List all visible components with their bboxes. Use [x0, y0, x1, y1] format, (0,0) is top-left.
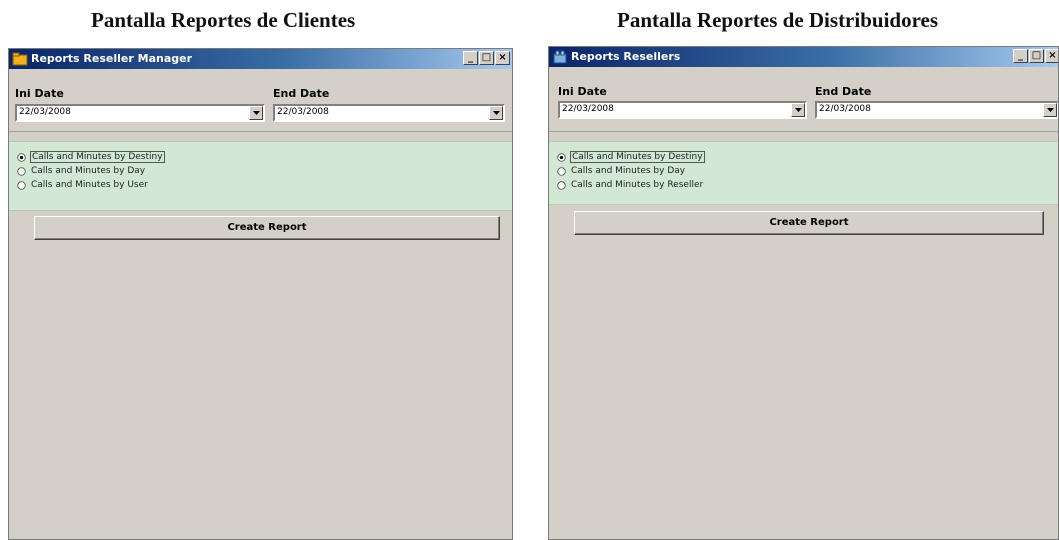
close-button[interactable]: × [1045, 49, 1058, 63]
report-type-panel: Calls and Minutes by Destiny Calls and M… [549, 141, 1058, 205]
close-button[interactable]: × [495, 51, 510, 65]
end-date-combo[interactable]: 22/03/2008 [273, 104, 505, 122]
radio-day[interactable]: Calls and Minutes by Day [557, 164, 686, 178]
ini-date-combo[interactable]: 22/03/2008 [558, 101, 807, 119]
radio-day-label: Calls and Minutes by Day [571, 166, 686, 176]
radio-unchecked-icon [557, 166, 566, 176]
radio-user-label: Calls and Minutes by User [31, 180, 148, 190]
radio-destiny-label: Calls and Minutes by Destiny [570, 151, 705, 163]
radio-day[interactable]: Calls and Minutes by Day [17, 164, 146, 178]
radio-checked-icon [17, 152, 26, 162]
date-panel: Ini Date 22/03/2008 End Date 22/03/2008 [9, 69, 512, 132]
app-folder-icon [12, 51, 28, 67]
radio-destiny[interactable]: Calls and Minutes by Destiny [17, 150, 165, 164]
radio-unchecked-icon [17, 166, 26, 176]
ini-date-label: Ini Date [15, 87, 64, 100]
radio-unchecked-icon [557, 180, 566, 190]
end-date-combo[interactable]: 22/03/2008 [815, 101, 1058, 119]
radio-destiny-label: Calls and Minutes by Destiny [30, 151, 165, 163]
minimize-button[interactable]: _ [463, 51, 478, 65]
app-reseller-icon [552, 49, 568, 65]
title-bar[interactable]: Reports Reseller Manager _ □ × [9, 49, 512, 69]
ini-date-value: 22/03/2008 [562, 104, 614, 114]
create-report-button[interactable]: Create Report [574, 211, 1044, 235]
caption-clients: Pantalla Reportes de Clientes [91, 8, 356, 32]
maximize-button[interactable]: □ [1029, 49, 1044, 63]
radio-destiny[interactable]: Calls and Minutes by Destiny [557, 150, 705, 164]
radio-reseller[interactable]: Calls and Minutes by Reseller [557, 178, 704, 192]
radio-day-label: Calls and Minutes by Day [31, 166, 146, 176]
radio-checked-icon [557, 152, 566, 162]
window-reports-reseller-manager: Reports Reseller Manager _ □ × Ini Date … [8, 48, 513, 540]
caption-resellers: Pantalla Reportes de Distribuidores [617, 8, 939, 32]
window-title: Reports Resellers [571, 50, 681, 63]
ini-date-dropdown-arrow-icon[interactable] [249, 106, 263, 120]
maximize-button[interactable]: □ [479, 51, 494, 65]
window-title: Reports Reseller Manager [31, 52, 192, 65]
radio-reseller-label: Calls and Minutes by Reseller [571, 180, 704, 190]
end-date-dropdown-arrow-icon[interactable] [1043, 103, 1057, 117]
ini-date-combo[interactable]: 22/03/2008 [15, 104, 265, 122]
report-type-panel: Calls and Minutes by Destiny Calls and M… [9, 141, 512, 211]
radio-user[interactable]: Calls and Minutes by User [17, 178, 149, 192]
date-panel: Ini Date 22/03/2008 End Date 22/03/2008 [549, 67, 1058, 132]
title-bar[interactable]: Reports Resellers _ □ × [549, 47, 1058, 67]
end-date-value: 22/03/2008 [819, 104, 871, 114]
end-date-dropdown-arrow-icon[interactable] [489, 106, 503, 120]
ini-date-label: Ini Date [558, 85, 607, 98]
minimize-button[interactable]: _ [1013, 49, 1028, 63]
window-reports-resellers: Reports Resellers _ □ × Ini Date 22/03/2… [548, 46, 1059, 540]
end-date-value: 22/03/2008 [277, 107, 329, 117]
radio-unchecked-icon [17, 180, 26, 190]
end-date-label: End Date [815, 85, 872, 98]
create-report-button[interactable]: Create Report [34, 216, 500, 240]
ini-date-value: 22/03/2008 [19, 107, 71, 117]
end-date-label: End Date [273, 87, 330, 100]
ini-date-dropdown-arrow-icon[interactable] [791, 103, 805, 117]
